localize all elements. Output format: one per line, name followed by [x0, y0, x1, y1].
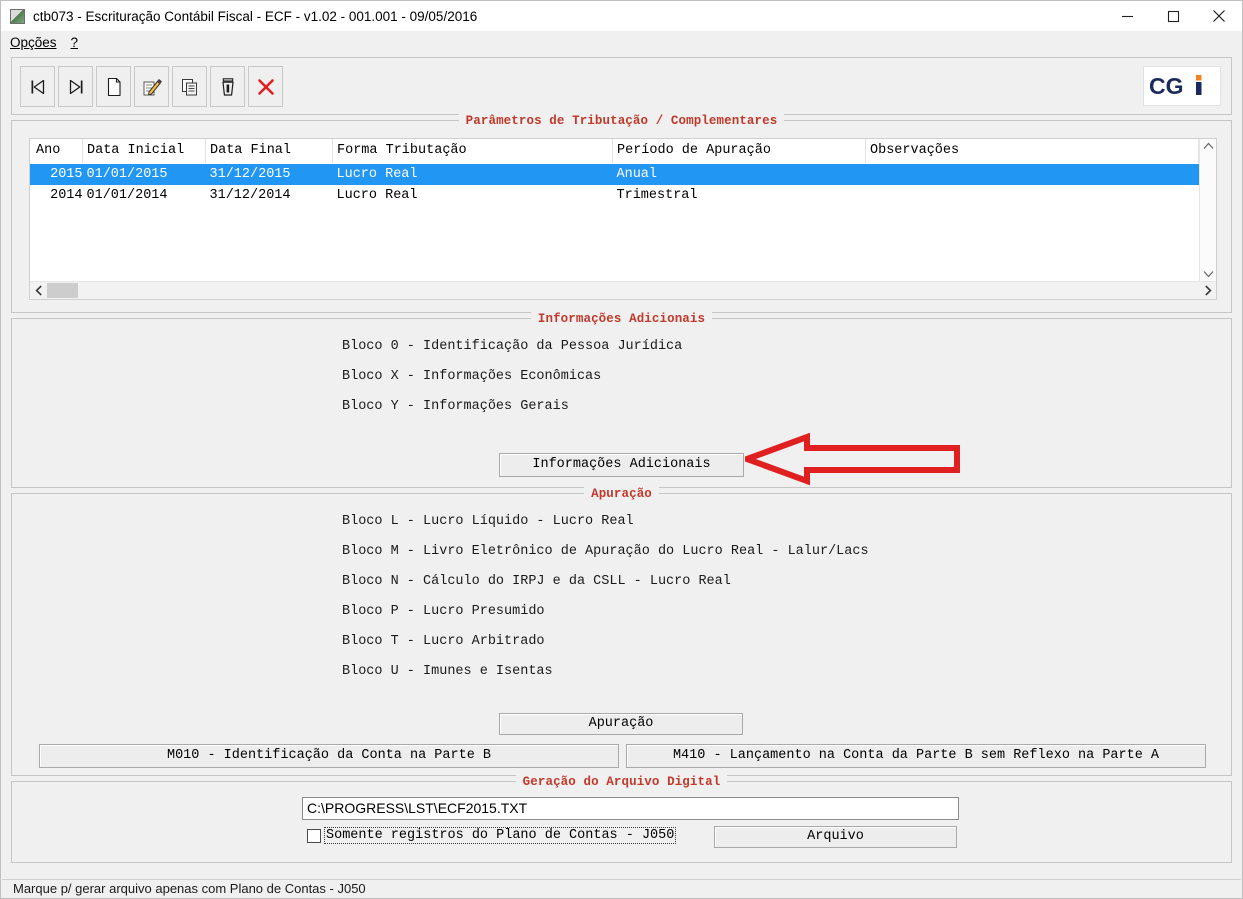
cell-ano: 2015 [30, 163, 83, 185]
cell-periodo-apuracao: Anual [612, 163, 866, 185]
cgi-logo: CG [1143, 66, 1221, 106]
table-row[interactable]: 2015 01/01/2015 31/12/2015 Lucro Real An… [30, 163, 1199, 185]
cell-data-inicial: 01/01/2015 [82, 163, 206, 185]
cancel-button[interactable] [248, 66, 283, 107]
cell-observacoes [865, 163, 1199, 185]
block-line-p: Bloco P - Lucro Presumido [342, 604, 545, 619]
chevron-up-icon [1203, 142, 1213, 149]
cell-forma-tributacao: Lucro Real [332, 163, 613, 185]
column-header-observacoes[interactable]: Observações [865, 139, 1199, 164]
window-title: ctb073 - Escrituração Contábil Fiscal - … [33, 8, 478, 24]
column-header-forma-tributacao[interactable]: Forma Tributação [332, 139, 613, 164]
menu-item-help[interactable]: ? [71, 35, 79, 50]
grid-body: Ano Data Inicial Data Final Forma Tribut… [30, 139, 1216, 281]
cell-periodo-apuracao: Trimestral [616, 188, 698, 203]
copy-record-button[interactable] [172, 66, 207, 107]
parametros-grid: Ano Data Inicial Data Final Forma Tribut… [29, 138, 1217, 300]
plano-contas-checkbox[interactable] [307, 828, 321, 843]
new-document-button[interactable] [96, 66, 131, 107]
column-header-data-final[interactable]: Data Final [205, 139, 333, 164]
title-bar: ctb073 - Escrituração Contábil Fiscal - … [1, 1, 1242, 31]
file-path-input[interactable]: C:\PROGRESS\LST\ECF2015.TXT [302, 797, 959, 820]
parametros-title-text: Parâmetros de Tributação / Complementare… [458, 114, 785, 128]
toolbar-buttons [20, 66, 286, 107]
menu-item-opcoes[interactable]: Opções [10, 35, 57, 50]
chevron-left-icon [34, 285, 42, 296]
table-row[interactable]: 2014 01/01/2014 31/12/2014 Lucro Real Tr… [30, 185, 1199, 206]
plano-contas-checkbox-group[interactable]: Somente registros do Plano de Contas - J… [307, 827, 677, 844]
menu-item-opcoes-label: Opções [10, 34, 57, 50]
informacoes-block-list: Bloco 0 - Identificação da Pessoa Jurídi… [12, 319, 1231, 435]
arquivo-button[interactable]: Arquivo [714, 826, 957, 848]
toolbar: CG [11, 57, 1232, 115]
scroll-right-button[interactable] [1199, 282, 1216, 299]
first-record-button[interactable] [20, 66, 55, 107]
app-icon [10, 8, 25, 24]
geracao-title-text: Geração do Arquivo Digital [515, 775, 728, 789]
column-header-data-inicial[interactable]: Data Inicial [82, 139, 206, 164]
svg-text:CG: CG [1149, 73, 1184, 99]
informacoes-adicionais-button[interactable]: Informações Adicionais [499, 453, 744, 477]
block-line-0: Bloco 0 - Identificação da Pessoa Jurídi… [342, 339, 683, 354]
application-window: ctb073 - Escrituração Contábil Fiscal - … [0, 0, 1243, 899]
block-line-y: Bloco Y - Informações Gerais [342, 399, 569, 414]
cell-forma-tributacao: Lucro Real [336, 188, 418, 203]
chevron-down-icon [1203, 271, 1213, 278]
grid-columns: Ano Data Inicial Data Final Forma Tribut… [30, 139, 1199, 281]
column-header-ano[interactable]: Ano [30, 139, 83, 164]
menu-bar: Opções ? [1, 31, 1242, 53]
cell-data-inicial: 01/01/2014 [86, 188, 168, 203]
last-record-button[interactable] [58, 66, 93, 107]
block-line-u: Bloco U - Imunes e Isentas [342, 664, 553, 679]
block-line-x: Bloco X - Informações Econômicas [342, 369, 602, 384]
block-line-m: Bloco M - Livro Eletrônico de Apuração d… [342, 544, 869, 559]
apuracao-button[interactable]: Apuração [499, 713, 743, 735]
grid-horizontal-scrollbar[interactable] [30, 281, 1216, 299]
m010-button[interactable]: M010 - Identificação da Conta na Parte B [39, 744, 619, 768]
cell-data-final: 31/12/2015 [205, 163, 333, 185]
scroll-thumb[interactable] [47, 283, 78, 298]
plano-contas-checkbox-label: Somente registros do Plano de Contas - J… [324, 827, 677, 844]
maximize-button[interactable] [1150, 1, 1196, 31]
apuracao-block-list: Bloco L - Lucro Líquido - Lucro Real Blo… [12, 494, 1231, 700]
parametros-table: Ano Data Inicial Data Final Forma Tribut… [30, 139, 1199, 206]
status-bar-text: Marque p/ gerar arquivo apenas com Plano… [13, 881, 366, 896]
geracao-arquivo-panel: Geração do Arquivo Digital C:\PROGRESS\L… [11, 775, 1232, 863]
chevron-right-icon [1204, 285, 1212, 296]
grid-vertical-scrollbar[interactable] [1199, 139, 1216, 281]
block-line-l: Bloco L - Lucro Líquido - Lucro Real [342, 514, 634, 529]
minimize-button[interactable] [1104, 1, 1150, 31]
status-bar: Marque p/ gerar arquivo apenas com Plano… [2, 879, 1241, 898]
column-header-periodo-apuracao[interactable]: Período de Apuração [612, 139, 866, 164]
scroll-left-button[interactable] [30, 282, 47, 299]
window-controls [1104, 1, 1242, 31]
delete-record-button[interactable] [210, 66, 245, 107]
table-header-row: Ano Data Inicial Data Final Forma Tribut… [30, 139, 1199, 164]
cell-data-final: 31/12/2014 [209, 188, 291, 203]
m410-button[interactable]: M410 - Lançamento na Conta da Parte B se… [626, 744, 1206, 768]
block-line-t: Bloco T - Lucro Arbitrado [342, 634, 545, 649]
parametros-panel: Parâmetros de Tributação / Complementare… [11, 114, 1232, 313]
edit-record-button[interactable] [134, 66, 169, 107]
cell-observacoes [866, 185, 1199, 206]
block-line-n: Bloco N - Cálculo do IRPJ e da CSLL - Lu… [342, 574, 731, 589]
cell-ano: 2014 [50, 188, 83, 203]
close-button[interactable] [1196, 1, 1242, 31]
